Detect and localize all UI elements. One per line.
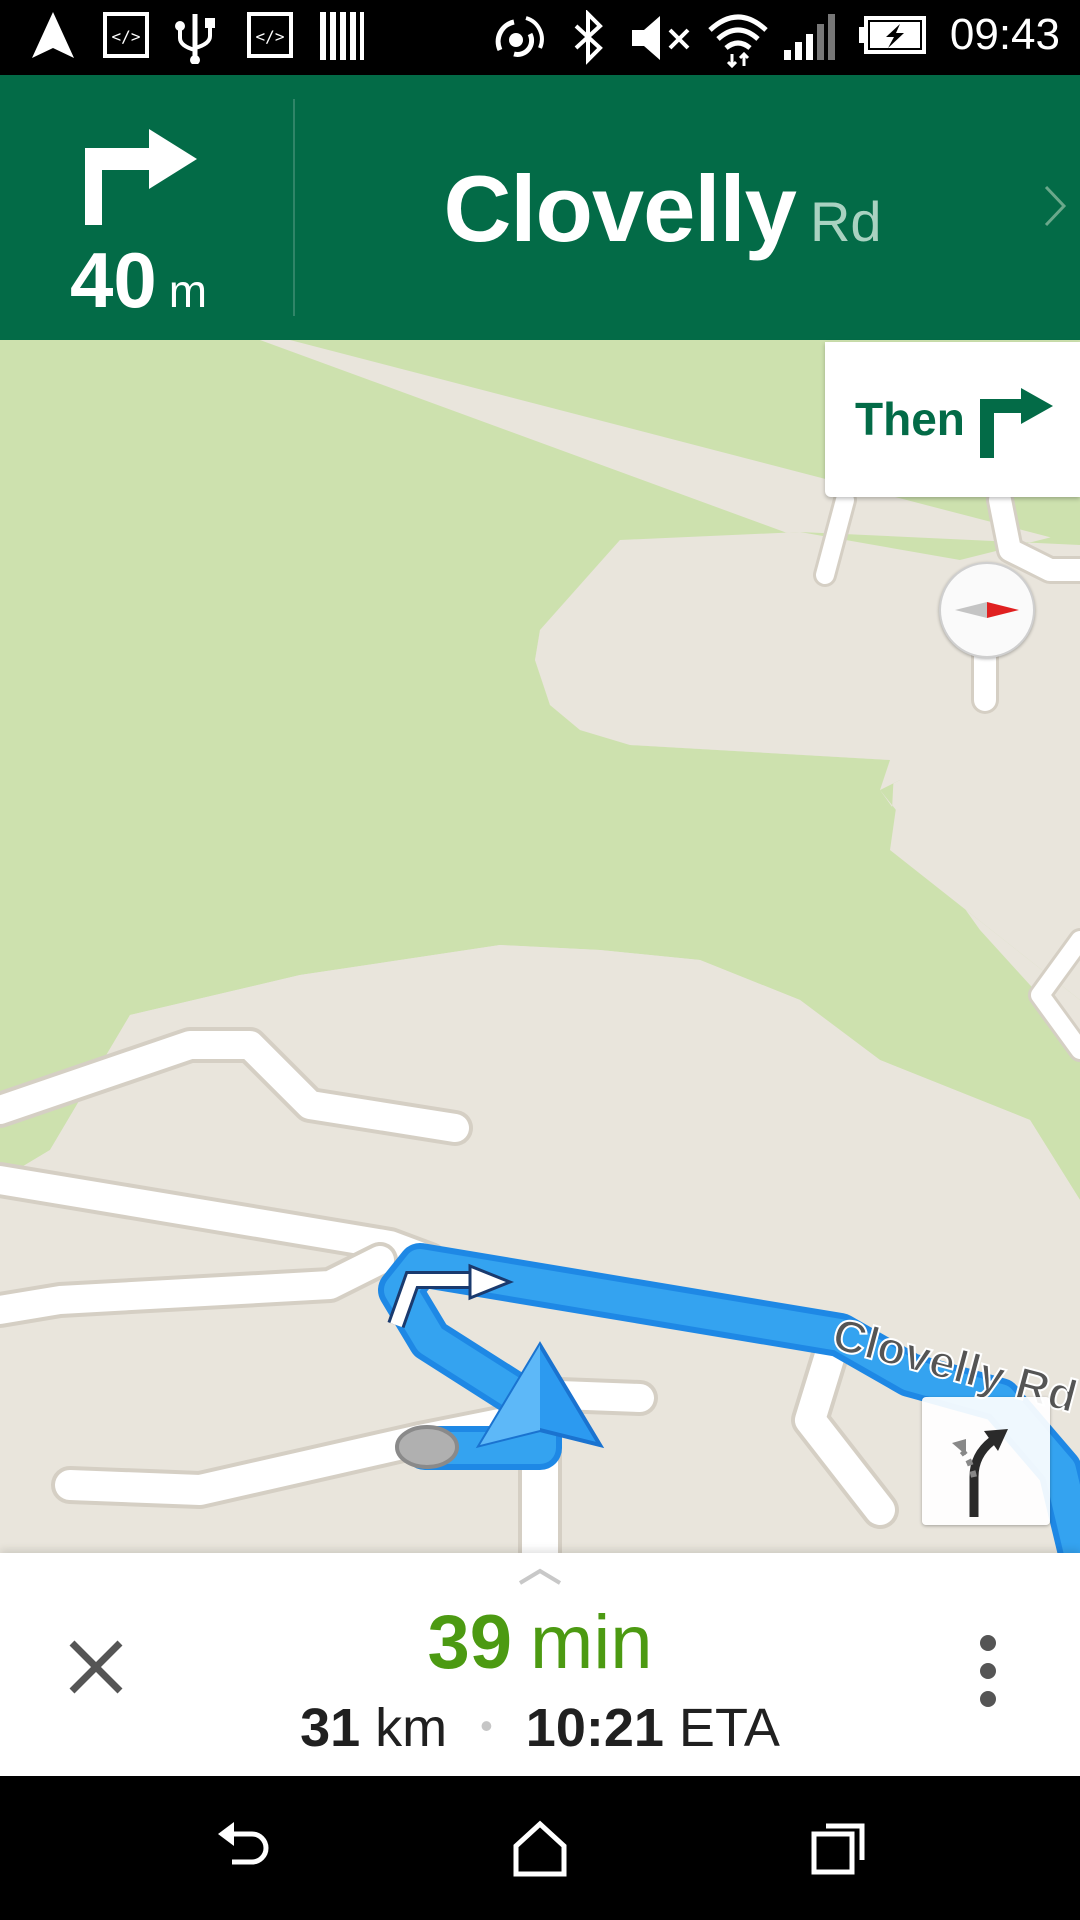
chevron-up-icon[interactable]	[516, 1565, 564, 1587]
more-options-icon[interactable]	[968, 1631, 1008, 1711]
trip-distance-unit: km	[375, 1698, 448, 1758]
status-time: 09:43	[949, 10, 1060, 59]
distance-value: 40	[70, 236, 157, 324]
developer-code-icon: </>	[247, 12, 293, 58]
then-label: Then	[855, 393, 965, 445]
navigation-header[interactable]: 40 m Clovelly Rd	[0, 75, 1080, 340]
street-label: Clovelly Rd	[295, 155, 1030, 263]
distance-unit: m	[168, 265, 208, 317]
chevron-right-icon[interactable]	[1042, 183, 1068, 229]
street-name: Clovelly	[443, 156, 796, 261]
recent-apps-icon[interactable]	[808, 1816, 872, 1880]
trip-distance-value: 31	[300, 1698, 361, 1758]
street-suffix: Rd	[809, 190, 882, 253]
svg-text:</>: </>	[112, 27, 141, 46]
duration-value: 39	[427, 1600, 513, 1685]
compass-icon	[955, 602, 1019, 618]
map-view[interactable]: Clovelly Rd	[0, 340, 1080, 1553]
compass-button[interactable]	[939, 562, 1035, 658]
svg-text:</>: </>	[256, 27, 285, 46]
status-bar: </> </> 09:43	[0, 0, 1080, 75]
home-icon[interactable]	[508, 1816, 572, 1880]
volume-muted-icon	[632, 16, 690, 60]
alternate-route-icon	[952, 1429, 1008, 1517]
route-start-marker	[395, 1425, 459, 1469]
eta-label: ETA	[678, 1698, 780, 1758]
turn-right-icon	[980, 388, 1053, 458]
trip-summary-panel[interactable]: 39 min 31 km • 10:21 ETA	[0, 1553, 1080, 1776]
alternate-route-button[interactable]	[922, 1397, 1050, 1525]
back-icon[interactable]	[210, 1816, 274, 1880]
turn-right-icon	[85, 129, 197, 225]
signal-icon	[784, 14, 835, 60]
eta-time: 10:21	[525, 1698, 664, 1758]
trip-details: 31 km • 10:21 ETA	[0, 1697, 1080, 1759]
trip-duration: 39 min	[0, 1599, 1080, 1686]
navigation-icon	[32, 12, 74, 58]
bluetooth-icon	[574, 10, 603, 65]
separator-dot: •	[480, 1705, 493, 1746]
barcode-icon	[320, 12, 364, 60]
battery-charging-icon	[859, 16, 926, 54]
developer-code-icon: </>	[103, 12, 149, 58]
map-canvas[interactable]: Clovelly Rd	[0, 340, 1080, 1553]
maneuver-distance: 40 m	[70, 235, 207, 326]
usb-icon	[175, 14, 215, 64]
system-nav-bar	[0, 1776, 1080, 1920]
wifi-icon	[708, 14, 768, 69]
nfc-icon	[495, 16, 544, 57]
next-maneuver-card: Then	[825, 342, 1080, 497]
duration-unit: min	[530, 1600, 653, 1685]
